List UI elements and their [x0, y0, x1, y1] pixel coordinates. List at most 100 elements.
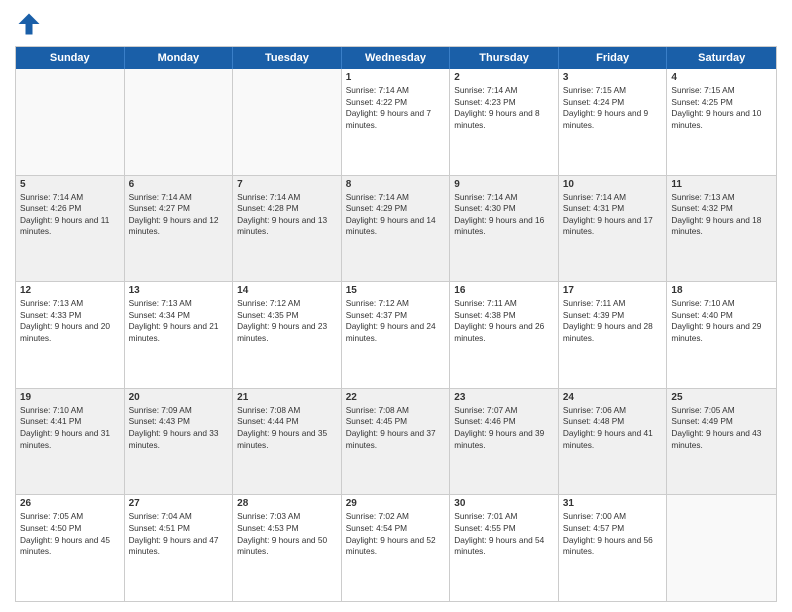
- cell-info: Sunrise: 7:12 AM Sunset: 4:37 PM Dayligh…: [346, 298, 446, 344]
- weekday-header: Sunday: [16, 47, 125, 69]
- logo-icon: [15, 10, 43, 38]
- calendar-row: 19 Sunrise: 7:10 AM Sunset: 4:41 PM Dayli…: [16, 389, 776, 496]
- day-number: 7: [237, 179, 337, 190]
- calendar-cell: [16, 69, 125, 175]
- weekday-header: Thursday: [450, 47, 559, 69]
- day-number: 12: [20, 285, 120, 296]
- day-number: 24: [563, 392, 663, 403]
- day-number: 29: [346, 498, 446, 509]
- cell-info: Sunrise: 7:14 AM Sunset: 4:29 PM Dayligh…: [346, 192, 446, 238]
- cell-info: Sunrise: 7:13 AM Sunset: 4:32 PM Dayligh…: [671, 192, 772, 238]
- day-number: 1: [346, 72, 446, 83]
- cell-info: Sunrise: 7:08 AM Sunset: 4:45 PM Dayligh…: [346, 405, 446, 451]
- day-number: 23: [454, 392, 554, 403]
- cell-info: Sunrise: 7:15 AM Sunset: 4:24 PM Dayligh…: [563, 85, 663, 131]
- cell-info: Sunrise: 7:13 AM Sunset: 4:34 PM Dayligh…: [129, 298, 229, 344]
- calendar-cell: 26 Sunrise: 7:05 AM Sunset: 4:50 PM Dayli…: [16, 495, 125, 601]
- calendar-row: 1 Sunrise: 7:14 AM Sunset: 4:22 PM Daylig…: [16, 69, 776, 176]
- cell-info: Sunrise: 7:05 AM Sunset: 4:49 PM Dayligh…: [671, 405, 772, 451]
- calendar-cell: [667, 495, 776, 601]
- calendar-row: 12 Sunrise: 7:13 AM Sunset: 4:33 PM Dayli…: [16, 282, 776, 389]
- calendar-cell: 10 Sunrise: 7:14 AM Sunset: 4:31 PM Dayli…: [559, 176, 668, 282]
- day-number: 31: [563, 498, 663, 509]
- cell-info: Sunrise: 7:07 AM Sunset: 4:46 PM Dayligh…: [454, 405, 554, 451]
- cell-info: Sunrise: 7:13 AM Sunset: 4:33 PM Dayligh…: [20, 298, 120, 344]
- calendar-cell: 1 Sunrise: 7:14 AM Sunset: 4:22 PM Daylig…: [342, 69, 451, 175]
- cell-info: Sunrise: 7:11 AM Sunset: 4:38 PM Dayligh…: [454, 298, 554, 344]
- day-number: 21: [237, 392, 337, 403]
- calendar-cell: 22 Sunrise: 7:08 AM Sunset: 4:45 PM Dayli…: [342, 389, 451, 495]
- cell-info: Sunrise: 7:14 AM Sunset: 4:27 PM Dayligh…: [129, 192, 229, 238]
- day-number: 17: [563, 285, 663, 296]
- day-number: 13: [129, 285, 229, 296]
- calendar-cell: 29 Sunrise: 7:02 AM Sunset: 4:54 PM Dayli…: [342, 495, 451, 601]
- day-number: 15: [346, 285, 446, 296]
- weekday-header: Tuesday: [233, 47, 342, 69]
- calendar-cell: 19 Sunrise: 7:10 AM Sunset: 4:41 PM Dayli…: [16, 389, 125, 495]
- calendar-cell: 7 Sunrise: 7:14 AM Sunset: 4:28 PM Daylig…: [233, 176, 342, 282]
- calendar-cell: 27 Sunrise: 7:04 AM Sunset: 4:51 PM Dayli…: [125, 495, 234, 601]
- calendar: SundayMondayTuesdayWednesdayThursdayFrid…: [15, 46, 777, 602]
- cell-info: Sunrise: 7:14 AM Sunset: 4:23 PM Dayligh…: [454, 85, 554, 131]
- calendar-cell: 17 Sunrise: 7:11 AM Sunset: 4:39 PM Dayli…: [559, 282, 668, 388]
- day-number: 11: [671, 179, 772, 190]
- calendar-cell: 31 Sunrise: 7:00 AM Sunset: 4:57 PM Dayli…: [559, 495, 668, 601]
- cell-info: Sunrise: 7:01 AM Sunset: 4:55 PM Dayligh…: [454, 511, 554, 557]
- calendar-cell: 8Sunrise: 7:14 AM Sunset: 4:29 PM Daylig…: [342, 176, 451, 282]
- cell-info: Sunrise: 7:14 AM Sunset: 4:26 PM Dayligh…: [20, 192, 120, 238]
- calendar-cell: 20Sunrise: 7:09 AM Sunset: 4:43 PM Dayli…: [125, 389, 234, 495]
- day-number: 22: [346, 392, 446, 403]
- calendar-cell: 13 Sunrise: 7:13 AM Sunset: 4:34 PM Dayli…: [125, 282, 234, 388]
- calendar-cell: 18Sunrise: 7:10 AM Sunset: 4:40 PM Dayli…: [667, 282, 776, 388]
- calendar-cell: 2Sunrise: 7:14 AM Sunset: 4:23 PM Daylig…: [450, 69, 559, 175]
- cell-info: Sunrise: 7:02 AM Sunset: 4:54 PM Dayligh…: [346, 511, 446, 557]
- calendar-cell: 11 Sunrise: 7:13 AM Sunset: 4:32 PM Dayli…: [667, 176, 776, 282]
- cell-info: Sunrise: 7:10 AM Sunset: 4:41 PM Dayligh…: [20, 405, 120, 451]
- day-number: 19: [20, 392, 120, 403]
- cell-info: Sunrise: 7:14 AM Sunset: 4:30 PM Dayligh…: [454, 192, 554, 238]
- calendar-cell: 23 Sunrise: 7:07 AM Sunset: 4:46 PM Dayli…: [450, 389, 559, 495]
- day-number: 16: [454, 285, 554, 296]
- day-number: 10: [563, 179, 663, 190]
- calendar-cell: 25 Sunrise: 7:05 AM Sunset: 4:49 PM Dayli…: [667, 389, 776, 495]
- cell-info: Sunrise: 7:03 AM Sunset: 4:53 PM Dayligh…: [237, 511, 337, 557]
- cell-info: Sunrise: 7:12 AM Sunset: 4:35 PM Dayligh…: [237, 298, 337, 344]
- calendar-cell: 21 Sunrise: 7:08 AM Sunset: 4:44 PM Dayli…: [233, 389, 342, 495]
- cell-info: Sunrise: 7:14 AM Sunset: 4:28 PM Dayligh…: [237, 192, 337, 238]
- calendar-cell: 16 Sunrise: 7:11 AM Sunset: 4:38 PM Dayli…: [450, 282, 559, 388]
- cell-info: Sunrise: 7:14 AM Sunset: 4:31 PM Dayligh…: [563, 192, 663, 238]
- day-number: 26: [20, 498, 120, 509]
- calendar-row: 5Sunrise: 7:14 AM Sunset: 4:26 PM Daylig…: [16, 176, 776, 283]
- day-number: 25: [671, 392, 772, 403]
- day-number: 14: [237, 285, 337, 296]
- cell-info: Sunrise: 7:06 AM Sunset: 4:48 PM Dayligh…: [563, 405, 663, 451]
- cell-info: Sunrise: 7:08 AM Sunset: 4:44 PM Dayligh…: [237, 405, 337, 451]
- calendar-cell: 30 Sunrise: 7:01 AM Sunset: 4:55 PM Dayli…: [450, 495, 559, 601]
- day-number: 20: [129, 392, 229, 403]
- cell-info: Sunrise: 7:11 AM Sunset: 4:39 PM Dayligh…: [563, 298, 663, 344]
- cell-info: Sunrise: 7:04 AM Sunset: 4:51 PM Dayligh…: [129, 511, 229, 557]
- calendar-row: 26 Sunrise: 7:05 AM Sunset: 4:50 PM Dayli…: [16, 495, 776, 601]
- day-number: 27: [129, 498, 229, 509]
- weekday-header: Saturday: [667, 47, 776, 69]
- cell-info: Sunrise: 7:14 AM Sunset: 4:22 PM Dayligh…: [346, 85, 446, 131]
- calendar-cell: 5Sunrise: 7:14 AM Sunset: 4:26 PM Daylig…: [16, 176, 125, 282]
- calendar-cell: 28 Sunrise: 7:03 AM Sunset: 4:53 PM Dayli…: [233, 495, 342, 601]
- calendar-cell: 15 Sunrise: 7:12 AM Sunset: 4:37 PM Dayli…: [342, 282, 451, 388]
- day-number: 4: [671, 72, 772, 83]
- calendar-cell: 9Sunrise: 7:14 AM Sunset: 4:30 PM Daylig…: [450, 176, 559, 282]
- calendar-cell: 6 Sunrise: 7:14 AM Sunset: 4:27 PM Daylig…: [125, 176, 234, 282]
- day-number: 3: [563, 72, 663, 83]
- logo: [15, 10, 47, 38]
- page: SundayMondayTuesdayWednesdayThursdayFrid…: [0, 0, 792, 612]
- calendar-cell: 3 Sunrise: 7:15 AM Sunset: 4:24 PM Daylig…: [559, 69, 668, 175]
- cell-info: Sunrise: 7:00 AM Sunset: 4:57 PM Dayligh…: [563, 511, 663, 557]
- day-number: 28: [237, 498, 337, 509]
- day-number: 6: [129, 179, 229, 190]
- cell-info: Sunrise: 7:05 AM Sunset: 4:50 PM Dayligh…: [20, 511, 120, 557]
- weekday-header: Wednesday: [342, 47, 451, 69]
- cell-info: Sunrise: 7:10 AM Sunset: 4:40 PM Dayligh…: [671, 298, 772, 344]
- calendar-cell: 24 Sunrise: 7:06 AM Sunset: 4:48 PM Dayli…: [559, 389, 668, 495]
- header: [15, 10, 777, 38]
- day-number: 30: [454, 498, 554, 509]
